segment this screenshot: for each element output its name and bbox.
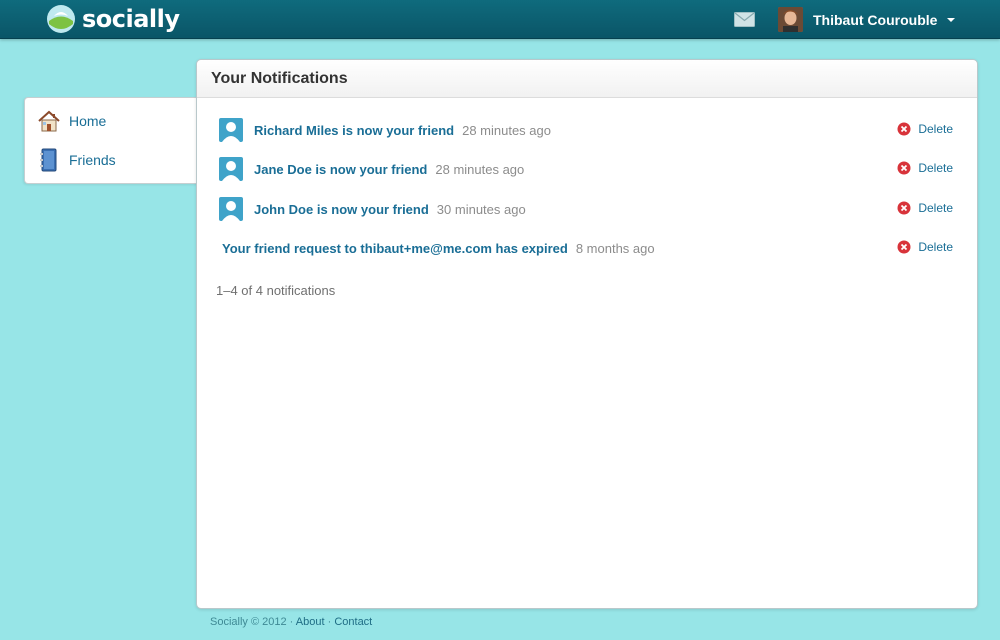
sidebar-item-home[interactable]: Home bbox=[37, 108, 106, 134]
address-book-icon bbox=[40, 148, 57, 172]
delete-button[interactable]: Delete bbox=[897, 201, 953, 215]
delete-button[interactable]: Delete bbox=[897, 122, 953, 136]
app-name: socially bbox=[82, 5, 180, 33]
delete-label: Delete bbox=[918, 161, 953, 175]
delete-button[interactable]: Delete bbox=[897, 161, 953, 175]
footer-separator: · bbox=[289, 616, 294, 628]
user-menu[interactable]: Thibaut Courouble bbox=[778, 6, 956, 33]
footer: Socially © 2012 · About · Contact bbox=[210, 616, 372, 628]
notification-link[interactable]: Jane Doe is now your friend bbox=[254, 162, 427, 177]
footer-separator: · bbox=[327, 616, 332, 628]
app-logo[interactable]: socially bbox=[46, 4, 180, 34]
page-title: Your Notifications bbox=[211, 70, 348, 87]
notification-item: Your friend request to thibaut+me@me.com… bbox=[222, 236, 959, 260]
socially-logo-icon bbox=[47, 5, 75, 33]
delete-icon bbox=[897, 122, 911, 136]
sidebar: Home Friends bbox=[24, 97, 200, 184]
notification-time: 30 minutes ago bbox=[436, 201, 526, 217]
notification-link[interactable]: Your friend request to thibaut+me@me.com… bbox=[222, 241, 568, 256]
footer-link-contact[interactable]: Contact bbox=[334, 616, 372, 628]
notification-time: 28 minutes ago bbox=[462, 122, 551, 138]
notification-item: Jane Doe is now your friend 28 minutes a… bbox=[219, 157, 959, 181]
mail-icon[interactable] bbox=[734, 12, 755, 27]
notification-time: 8 months ago bbox=[575, 240, 655, 256]
user-name: Thibaut Courouble bbox=[813, 11, 938, 28]
footer-link-about[interactable]: About bbox=[296, 616, 325, 628]
sidebar-item-label: Friends bbox=[69, 152, 116, 168]
user-silhouette-icon bbox=[219, 157, 243, 181]
sidebar-item-label: Home bbox=[69, 113, 107, 129]
user-silhouette-icon bbox=[219, 118, 243, 142]
delete-label: Delete bbox=[918, 240, 953, 254]
notification-count: 1–4 of 4 notifications bbox=[216, 283, 336, 298]
house-icon bbox=[38, 110, 60, 132]
footer-copyright: Socially © 2012 bbox=[210, 616, 287, 628]
notification-item: John Doe is now your friend 30 minutes a… bbox=[219, 197, 959, 221]
avatar bbox=[778, 7, 803, 32]
delete-label: Delete bbox=[918, 201, 953, 215]
notification-link[interactable]: John Doe is now your friend bbox=[254, 202, 429, 217]
delete-icon bbox=[897, 240, 911, 254]
panel-header: Your Notifications bbox=[197, 60, 977, 98]
delete-icon bbox=[897, 201, 911, 215]
top-navigation-bar: socially Thibaut Courouble bbox=[0, 0, 1000, 39]
notification-item: Richard Miles is now your friend 28 minu… bbox=[219, 118, 959, 142]
sidebar-item-friends[interactable]: Friends bbox=[37, 147, 116, 173]
delete-button[interactable]: Delete bbox=[897, 240, 953, 254]
notification-link[interactable]: Richard Miles is now your friend bbox=[254, 123, 454, 138]
notification-time: 28 minutes ago bbox=[435, 161, 525, 177]
notifications-panel: Your Notifications Richard Miles is now … bbox=[196, 59, 978, 609]
user-photo-icon bbox=[778, 7, 803, 32]
chevron-down-icon bbox=[947, 17, 956, 22]
user-silhouette-icon bbox=[219, 197, 243, 221]
delete-label: Delete bbox=[918, 122, 953, 136]
delete-icon bbox=[897, 161, 911, 175]
